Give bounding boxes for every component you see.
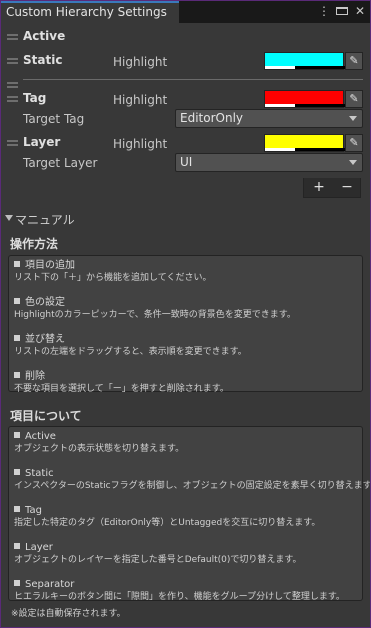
items-help-box: Active オブジェクトの表示状態を切り替えます。 Static インスペクタ… [8, 426, 370, 603]
item-title: Active [25, 431, 56, 442]
bullet-icon [14, 543, 20, 549]
chevron-down-icon [349, 116, 357, 121]
bullet-icon [14, 580, 20, 586]
layer-label: Layer [23, 135, 61, 149]
target-tag-row: Target Tag EditorOnly [1, 109, 370, 129]
list-item: 並び替え リストの左端をドラッグすると、表示順を変更できます。 [14, 334, 358, 358]
list-item: 色の設定 Highlightのカラーピッカーで、条件一致時の背景色を変更できます… [14, 297, 358, 321]
list-item: Layer オブジェクトのレイヤーを指定した番号とDefault(0)で切り替え… [14, 542, 358, 566]
item-title: Static [25, 468, 54, 479]
list-item: 項目の追加 リスト下の「＋」から機能を追加してください。 [14, 260, 358, 284]
bullet-icon [14, 298, 20, 304]
bullet-icon [14, 469, 20, 475]
maximize-icon[interactable] [336, 4, 348, 18]
chevron-down-icon [349, 160, 357, 165]
alpha-bar [265, 104, 295, 107]
item-body: リスト下の「＋」から機能を追加してください。 [14, 273, 212, 283]
list-item-layer[interactable]: Layer Highlight ✎ [1, 133, 370, 153]
item-body: リストの左端をドラッグすると、表示順を変更できます。 [14, 347, 247, 357]
autosave-note: ※設定は自動保存されます。 [11, 609, 126, 619]
eyedropper-icon[interactable]: ✎ [345, 52, 363, 70]
target-layer-label: Target Layer [23, 156, 98, 170]
target-tag-value: EditorOnly [180, 111, 243, 125]
target-tag-label: Target Tag [23, 112, 85, 126]
list-item-static[interactable]: Static Highlight ✎ [1, 51, 370, 71]
item-body: Highlightのカラーピッカーで、条件一致時の背景色を変更できます。 [14, 310, 296, 320]
list-item: Static インスペクターのStaticフラグを制御し、オブジェクトの固定設定… [14, 468, 370, 492]
eyedropper-icon[interactable]: ✎ [345, 90, 363, 108]
list-item: Active オブジェクトの表示状態を切り替えます。 [14, 431, 358, 455]
list-item-active[interactable]: Active [1, 27, 370, 47]
alpha-bar [265, 148, 295, 151]
item-title: 項目の追加 [25, 260, 75, 271]
alpha-bar-rest [295, 66, 345, 69]
static-label: Static [23, 53, 63, 67]
bullet-icon [14, 506, 20, 512]
tag-label: Tag [23, 91, 47, 105]
drag-handle-icon[interactable] [7, 140, 18, 146]
item-body: オブジェクトの表示状態を切り替えます。 [14, 444, 185, 454]
settings-window: Custom Hierarchy Settings ⋮ ✕ Active Sta… [1, 1, 370, 627]
bullet-icon [14, 335, 20, 341]
items-title: 項目について [10, 409, 82, 423]
alpha-bar-rest [295, 104, 345, 107]
tag-color-field[interactable] [264, 90, 345, 108]
close-icon[interactable]: ✕ [354, 4, 366, 18]
drag-handle-icon[interactable] [7, 34, 18, 40]
operations-help-box: 項目の追加 リスト下の「＋」から機能を追加してください。 色の設定 Highli… [8, 255, 363, 395]
alpha-bar [265, 66, 295, 69]
target-layer-row: Target Layer UI [1, 153, 370, 173]
list-item-tag[interactable]: Tag Highlight ✎ [1, 89, 370, 109]
item-title: 削除 [25, 371, 45, 382]
list-item: Separator ヒエラルキーのボタン間に「隙間」を作り、機能をグループ分けし… [14, 579, 358, 603]
list-footer-toolbar: + − [303, 178, 361, 198]
operations-title: 操作方法 [10, 237, 59, 251]
bullet-icon [14, 261, 20, 267]
target-layer-value: UI [180, 155, 193, 169]
tab-custom-hierarchy-settings[interactable]: Custom Hierarchy Settings [1, 1, 179, 23]
layer-highlight-label: Highlight [113, 137, 168, 151]
item-body: オブジェクトのレイヤーを指定した番号とDefault(0)で切り替えます。 [14, 555, 302, 565]
manual-foldout[interactable]: マニュアル [1, 209, 370, 227]
item-body: インスペクターのStaticフラグを制御し、オブジェクトの固定設定を素早く切り替… [14, 481, 370, 491]
list-item: 削除 不要な項目を選択して「ー」を押すと削除されます。 [14, 371, 358, 395]
layer-color-field[interactable] [264, 134, 345, 152]
target-tag-dropdown[interactable]: EditorOnly [175, 109, 363, 128]
bullet-icon [14, 432, 20, 438]
window-controls: ⋮ ✕ [318, 4, 366, 18]
item-body: ヒエラルキーのボタン間に「隙間」を作り、機能をグループ分けして整理します。 [14, 592, 345, 602]
static-color-field[interactable] [264, 52, 345, 70]
item-title: 並び替え [25, 334, 65, 345]
remove-item-button[interactable]: − [333, 178, 361, 197]
tab-bar: Custom Hierarchy Settings ⋮ ✕ [1, 1, 370, 23]
item-title: Tag [25, 505, 42, 516]
item-title: Separator [25, 579, 75, 590]
active-label: Active [23, 29, 66, 43]
drag-handle-icon[interactable] [7, 96, 18, 102]
static-highlight-label: Highlight [113, 55, 168, 69]
eyedropper-icon[interactable]: ✎ [345, 134, 363, 152]
item-body: 不要な項目を選択して「ー」を押すと削除されます。 [14, 384, 229, 394]
drag-handle-icon[interactable] [7, 58, 18, 64]
more-icon[interactable]: ⋮ [318, 4, 330, 18]
item-body: 指定した特定のタグ（EditorOnly等）とUntaggedを交互に切り替えま… [14, 518, 321, 528]
item-title: 色の設定 [25, 297, 65, 308]
drag-handle-icon[interactable] [7, 82, 18, 88]
target-layer-dropdown[interactable]: UI [175, 153, 363, 172]
alpha-bar-rest [295, 148, 345, 151]
manual-foldout-label: マニュアル [15, 213, 75, 227]
list-item: Tag 指定した特定のタグ（EditorOnly等）とUntaggedを交互に切… [14, 505, 358, 529]
separator-line [23, 79, 363, 80]
bullet-icon [14, 372, 20, 378]
foldout-arrow-icon[interactable] [5, 215, 13, 221]
settings-list: Active Static Highlight ✎ Tag Highlight … [1, 23, 370, 175]
add-item-button[interactable]: + [305, 178, 333, 197]
item-title: Layer [25, 542, 53, 553]
tag-highlight-label: Highlight [113, 93, 168, 107]
